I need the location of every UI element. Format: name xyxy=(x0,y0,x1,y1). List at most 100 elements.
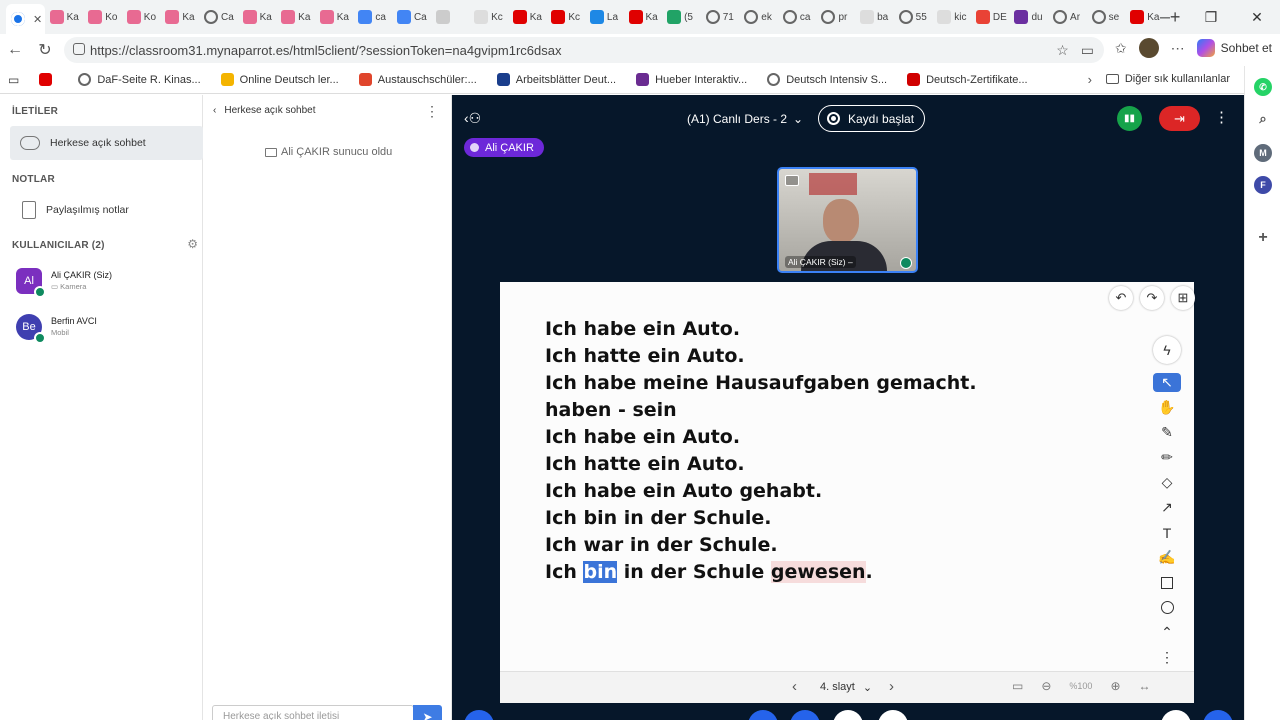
note-tool-icon[interactable]: ✍ xyxy=(1153,545,1181,570)
browser-tab[interactable]: pr xyxy=(816,4,855,30)
bookmark-item[interactable] xyxy=(39,73,58,86)
browser-tab[interactable]: 55 xyxy=(894,4,933,30)
more-bookmarks-icon[interactable]: › xyxy=(1088,72,1092,87)
address-bar[interactable]: https://classroom31.mynaparrot.es/html5c… xyxy=(64,37,1104,63)
layout-icon[interactable]: ⊞ xyxy=(1171,286,1195,310)
bookmark-item[interactable]: Deutsch-Zertifikate... xyxy=(907,73,1028,86)
next-slide-icon[interactable]: › xyxy=(889,678,894,695)
browser-tab[interactable]: se xyxy=(1087,4,1126,30)
users-settings-gear-icon[interactable]: ⚙ xyxy=(187,237,198,251)
fit-width-icon[interactable]: ↔ xyxy=(1139,679,1151,693)
close-window-icon[interactable]: ✕ xyxy=(1234,0,1280,34)
magic-tool-icon[interactable]: ϟ xyxy=(1153,336,1181,364)
presentation-toggle-button[interactable] xyxy=(1203,710,1233,720)
more-tools-icon[interactable]: ⋮ xyxy=(1153,645,1181,670)
browser-tab[interactable]: ✕ xyxy=(6,4,45,34)
browser-tab[interactable]: Ko xyxy=(122,4,161,30)
browser-tab[interactable]: (5 xyxy=(662,4,701,30)
reactions-button[interactable] xyxy=(1161,710,1191,720)
browser-tab[interactable]: Ka xyxy=(238,4,277,30)
user-item[interactable]: Be Berfin AVCI Mobil xyxy=(14,314,199,344)
browser-tab[interactable]: Ka xyxy=(624,4,663,30)
browser-tab[interactable]: Ka xyxy=(45,4,84,30)
favorite-star-icon[interactable]: ☆ xyxy=(1056,42,1069,59)
back-icon[interactable]: ← xyxy=(0,41,30,59)
browser-tab[interactable]: Ka xyxy=(315,4,354,30)
shared-notes-item[interactable]: Paylaşılmış notlar xyxy=(10,193,203,227)
app-m-icon[interactable]: M xyxy=(1254,144,1272,162)
bookmark-collections-icon[interactable]: ▭ xyxy=(8,73,19,87)
minimize-icon[interactable]: ─ xyxy=(1142,0,1188,34)
webcam-tile[interactable]: Ali ÇAKIR (Siz) – xyxy=(777,167,918,273)
presentation-slide[interactable]: Ich habe ein Auto. Ich hatte ein Auto. I… xyxy=(500,282,1195,703)
chevron-up-icon[interactable]: ⌃ xyxy=(1153,620,1181,645)
browser-tab[interactable]: Ka xyxy=(508,4,547,30)
reload-icon[interactable]: ↻ xyxy=(30,40,60,60)
browser-tab[interactable]: Kc xyxy=(546,4,585,30)
copilot-button[interactable]: Sohbet et xyxy=(1196,39,1272,57)
favorites-icon[interactable]: ✩ xyxy=(1115,40,1127,57)
screenshare-button[interactable] xyxy=(878,710,908,720)
video-icon[interactable]: ▭ xyxy=(1081,42,1094,59)
profile-avatar[interactable] xyxy=(1138,38,1159,58)
search-icon[interactable]: ⌕ xyxy=(1254,110,1272,128)
browser-tab[interactable]: Ko xyxy=(83,4,122,30)
connection-status-icon[interactable]: ▮▮ xyxy=(1117,106,1142,131)
bookmark-item[interactable]: Hueber Interaktiv... xyxy=(636,73,747,86)
record-button[interactable]: Kaydı başlat xyxy=(818,105,926,132)
browser-tab[interactable]: Ka xyxy=(276,4,315,30)
slide-selector[interactable]: 4. slayt ⌄ xyxy=(820,681,872,694)
undo-icon[interactable]: ↶ xyxy=(1109,286,1133,310)
users-toggle-icon[interactable]: ‹⚇ xyxy=(464,110,481,127)
whatsapp-icon[interactable]: ✆ xyxy=(1254,78,1272,96)
previous-slide-icon[interactable]: ‹ xyxy=(792,678,797,695)
app-f-icon[interactable]: F xyxy=(1254,176,1272,194)
highlighter-tool-icon[interactable]: ✎ xyxy=(1153,420,1181,445)
browser-tab[interactable]: Ka xyxy=(160,4,199,30)
add-app-icon[interactable]: + xyxy=(1254,229,1272,247)
browser-tab[interactable]: 71 xyxy=(701,4,740,30)
browser-tab[interactable]: kic xyxy=(932,4,971,30)
bookmark-item[interactable]: DaF-Seite R. Kinas... xyxy=(78,73,201,86)
arrow-tool-icon[interactable]: ↗ xyxy=(1153,495,1181,520)
chat-input[interactable]: Herkese açık sohbet iletisi xyxy=(212,705,414,720)
chevron-left-icon[interactable]: ‹ xyxy=(213,105,216,116)
browser-tab[interactable]: Ca xyxy=(199,4,238,30)
leave-meeting-icon[interactable]: ⇥ xyxy=(1159,106,1200,131)
redo-icon[interactable]: ↷ xyxy=(1140,286,1164,310)
browser-tab[interactable]: ek xyxy=(739,4,778,30)
send-button[interactable]: ➤ xyxy=(413,705,442,720)
site-info-icon[interactable] xyxy=(73,43,85,55)
microphone-button[interactable] xyxy=(790,710,820,720)
eraser-tool-icon[interactable]: ◇ xyxy=(1153,470,1181,495)
user-item[interactable]: Al Ali ÇAKIR (Siz) ▭ Kamera xyxy=(14,268,199,298)
select-tool-icon[interactable]: ↖ xyxy=(1153,373,1181,392)
browser-tab[interactable]: La xyxy=(585,4,624,30)
zoom-out-icon[interactable]: ⊖ xyxy=(1041,679,1051,693)
browser-tab[interactable]: ba xyxy=(855,4,894,30)
ellipse-tool-icon[interactable] xyxy=(1153,595,1181,620)
chat-header[interactable]: ‹ Herkese açık sohbet xyxy=(213,105,316,116)
text-tool-icon[interactable]: T xyxy=(1153,520,1181,545)
zoom-in-icon[interactable]: ⊕ xyxy=(1110,679,1120,693)
close-tab-icon[interactable]: ✕ xyxy=(33,13,42,26)
pencil-tool-icon[interactable]: ✏ xyxy=(1153,445,1181,470)
hand-tool-icon[interactable]: ✋ xyxy=(1153,395,1181,420)
browser-tab[interactable]: Kc xyxy=(469,4,508,30)
browser-tab[interactable]: Ar xyxy=(1048,4,1087,30)
browser-tab[interactable]: ca xyxy=(353,4,392,30)
options-menu-icon[interactable]: ⋮ xyxy=(1214,108,1229,126)
bookmark-item[interactable]: Austauschschüler:... xyxy=(358,73,477,86)
browser-tab[interactable]: Ca xyxy=(392,4,431,30)
public-chat-item[interactable]: Herkese açık sohbet xyxy=(10,126,203,160)
browser-tab[interactable]: ca xyxy=(778,4,817,30)
rectangle-tool-icon[interactable] xyxy=(1153,570,1181,595)
browser-tab[interactable] xyxy=(431,4,470,30)
bookmark-item[interactable]: Deutsch Intensiv S... xyxy=(767,73,887,86)
other-bookmarks[interactable]: Diğer sık kullanılanlar xyxy=(1105,73,1230,85)
browser-tab[interactable]: du xyxy=(1009,4,1048,30)
camera-button[interactable] xyxy=(833,710,863,720)
actions-button[interactable] xyxy=(464,710,494,720)
browser-tab[interactable]: DE xyxy=(971,4,1010,30)
more-menu-icon[interactable]: ⋯ xyxy=(1171,40,1185,57)
